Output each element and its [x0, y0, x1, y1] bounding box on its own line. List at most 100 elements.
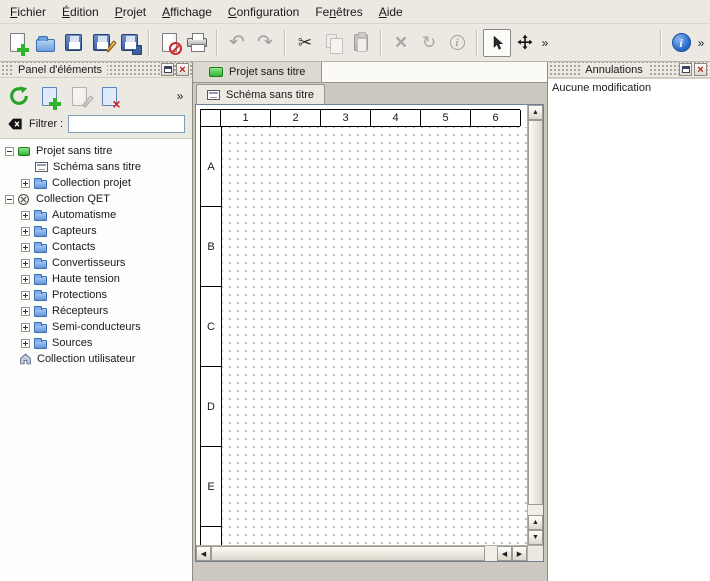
undo-button[interactable]	[223, 29, 251, 57]
tree-item-collection-projet[interactable]: Collection projet	[0, 175, 192, 191]
close-panel-button[interactable]	[176, 63, 189, 76]
scroll-up-button[interactable]	[528, 105, 543, 120]
help-info-icon	[672, 33, 691, 52]
tree-item-capteurs[interactable]: Capteurs	[0, 223, 192, 239]
folder-icon	[34, 276, 47, 285]
expand-expander-icon[interactable]	[21, 339, 30, 348]
row-ruler: A B C D E	[200, 127, 222, 545]
schema-icon	[35, 162, 48, 172]
print-button[interactable]	[183, 29, 211, 57]
folder-icon	[34, 228, 47, 237]
scroll-up-button[interactable]	[528, 515, 543, 530]
delete-icon	[395, 32, 407, 53]
undo-panel-dock: Annulations Aucune modification	[547, 62, 710, 581]
undo-list[interactable]: Aucune modification	[548, 78, 710, 581]
ruler-row-c: C	[201, 287, 221, 367]
tree-item-collection-qet[interactable]: Collection QET	[0, 191, 192, 207]
tree-item-recepteurs[interactable]: Récepteurs	[0, 303, 192, 319]
clear-filter-icon[interactable]	[7, 117, 23, 131]
selection-mode-button[interactable]	[483, 29, 511, 57]
expand-expander-icon[interactable]	[21, 291, 30, 300]
float-panel-button[interactable]	[161, 63, 174, 76]
toolbar-separator	[216, 30, 218, 56]
elements-panel-titlebar[interactable]: Panel d'éléments	[0, 62, 192, 78]
save-button[interactable]	[59, 29, 87, 57]
expand-expander-icon[interactable]	[21, 243, 30, 252]
menu-affichage[interactable]: Affichage	[154, 2, 220, 22]
tree-item-sources[interactable]: Sources	[0, 335, 192, 351]
schema-tab[interactable]: Schéma sans titre	[196, 84, 325, 104]
expand-expander-icon[interactable]	[21, 323, 30, 332]
float-panel-button[interactable]	[679, 63, 692, 76]
element-information-button[interactable]	[443, 29, 471, 57]
expand-expander-icon[interactable]	[21, 227, 30, 236]
scroll-left-button[interactable]	[497, 546, 512, 561]
scrollbar-corner	[527, 545, 543, 561]
expand-expander-icon[interactable]	[21, 307, 30, 316]
pan-mode-button[interactable]	[511, 29, 539, 57]
collapse-expander-icon[interactable]	[5, 147, 14, 156]
tree-item-schema-sans-titre[interactable]: Schéma sans titre	[0, 159, 192, 175]
project-tab[interactable]: Projet sans titre	[193, 62, 322, 82]
expand-expander-icon[interactable]	[21, 179, 30, 188]
delete-button[interactable]	[387, 29, 415, 57]
ruler-row-b: B	[201, 207, 221, 287]
scroll-down-button[interactable]	[528, 530, 543, 545]
menu-edition[interactable]: Édition	[54, 2, 107, 22]
undo-panel-titlebar[interactable]: Annulations	[548, 62, 710, 78]
save-as-button[interactable]	[87, 29, 115, 57]
tree-item-projet-sans-titre[interactable]: Projet sans titre	[0, 143, 192, 159]
new-document-button[interactable]	[3, 29, 31, 57]
undo-panel-title: Annulations	[580, 64, 648, 76]
expand-expander-icon[interactable]	[21, 275, 30, 284]
filter-input[interactable]	[68, 115, 185, 133]
tree-item-semi-conducteurs[interactable]: Semi-conducteurs	[0, 319, 192, 335]
filter-label: Filtrer :	[29, 118, 63, 130]
redo-button[interactable]	[251, 29, 279, 57]
expand-expander-icon[interactable]	[21, 211, 30, 220]
project-tabbar: Projet sans titre	[193, 62, 547, 83]
toolbar-overflow-icon[interactable]	[539, 36, 551, 50]
scroll-left-button[interactable]	[196, 546, 211, 561]
folder-icon	[34, 340, 47, 349]
copy-button[interactable]	[319, 29, 347, 57]
about-help-button[interactable]	[667, 29, 695, 57]
plus-badge-icon	[17, 44, 29, 56]
new-element-button[interactable]	[34, 81, 64, 111]
menu-bar: Fichier Édition Projet Affichage Configu…	[0, 0, 710, 24]
panel-toolbar-overflow-icon[interactable]	[174, 89, 186, 103]
rotate-icon	[422, 34, 436, 51]
tree-item-convertisseurs[interactable]: Convertisseurs	[0, 255, 192, 271]
tree-item-automatisme[interactable]: Automatisme	[0, 207, 192, 223]
menu-fenetres[interactable]: Fenêtres	[307, 2, 370, 22]
vertical-scroll-thumb[interactable]	[528, 120, 543, 505]
menu-configuration[interactable]: Configuration	[220, 2, 307, 22]
cut-button[interactable]	[291, 29, 319, 57]
tree-item-contacts[interactable]: Contacts	[0, 239, 192, 255]
help-toolbar-overflow-icon[interactable]	[695, 36, 707, 50]
delete-element-button[interactable]	[94, 81, 124, 111]
rotate-button[interactable]	[415, 29, 443, 57]
menu-aide[interactable]: Aide	[371, 2, 411, 22]
open-project-button[interactable]	[31, 29, 59, 57]
new-document-icon	[10, 33, 25, 52]
tree-item-protections[interactable]: Protections	[0, 287, 192, 303]
schema-grid-canvas[interactable]	[222, 127, 527, 545]
horizontal-scroll-thumb[interactable]	[211, 546, 485, 561]
save-all-button[interactable]	[115, 29, 143, 57]
paste-button[interactable]	[347, 29, 375, 57]
horizontal-scrollbar	[196, 545, 527, 561]
reload-collections-button[interactable]	[4, 81, 34, 111]
close-file-button[interactable]	[155, 29, 183, 57]
scroll-right-button[interactable]	[512, 546, 527, 561]
tree-item-collection-utilisateur[interactable]: Collection utilisateur	[0, 351, 192, 367]
menu-fichier[interactable]: Fichier	[2, 2, 54, 22]
tree-item-haute-tension[interactable]: Haute tension	[0, 271, 192, 287]
cursor-arrow-icon	[488, 34, 506, 52]
close-panel-button[interactable]	[694, 63, 707, 76]
collapse-expander-icon[interactable]	[5, 195, 14, 204]
expand-expander-icon[interactable]	[21, 259, 30, 268]
menu-projet[interactable]: Projet	[107, 2, 154, 22]
edit-element-button[interactable]	[64, 81, 94, 111]
ruler-corner	[201, 110, 221, 126]
